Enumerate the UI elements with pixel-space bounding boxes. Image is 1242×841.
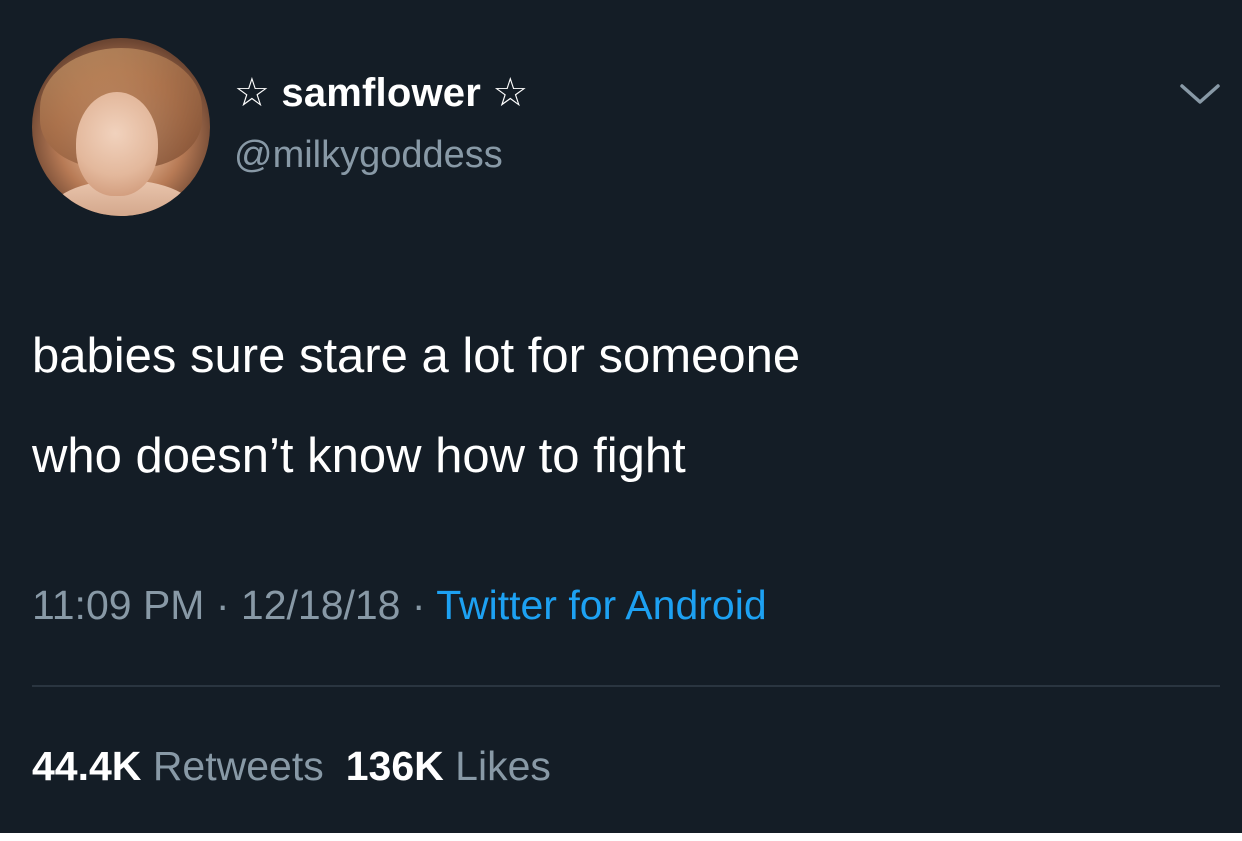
tweet-meta: 11:09 PM · 12/18/18 · Twitter for Androi…: [32, 582, 767, 629]
tweet-date[interactable]: 12/18/18: [241, 582, 401, 628]
retweets-stat[interactable]: 44.4K Retweets: [32, 743, 324, 789]
likes-stat[interactable]: 136K Likes: [346, 743, 551, 789]
likes-label: Likes: [455, 743, 551, 789]
tweet-text-line: babies sure stare a lot for someone: [32, 329, 801, 383]
tweet-source-link[interactable]: Twitter for Android: [436, 582, 766, 628]
tweet-card: ☆ samflower ☆ @milkygoddess babies sure …: [0, 0, 1242, 833]
divider: [32, 685, 1220, 687]
avatar-face: [76, 92, 158, 196]
meta-separator: ·: [400, 582, 437, 628]
user-handle[interactable]: @milkygoddess: [234, 134, 503, 177]
likes-count: 136K: [345, 743, 444, 789]
retweets-count: 44.4K: [32, 743, 142, 789]
chevron-down-icon[interactable]: [1176, 76, 1224, 112]
tweet-stats: 44.4K Retweets 136K Likes: [32, 743, 551, 790]
display-name[interactable]: ☆ samflower ☆: [234, 70, 528, 116]
meta-separator: ·: [204, 582, 241, 628]
tweet-text-line: who doesn’t know how to fight: [32, 429, 686, 483]
avatar[interactable]: [32, 38, 210, 216]
tweet-time[interactable]: 11:09 PM: [32, 582, 204, 628]
retweets-label: Retweets: [152, 743, 324, 789]
tweet-text: babies sure stare a lot for someone who …: [32, 306, 1182, 506]
